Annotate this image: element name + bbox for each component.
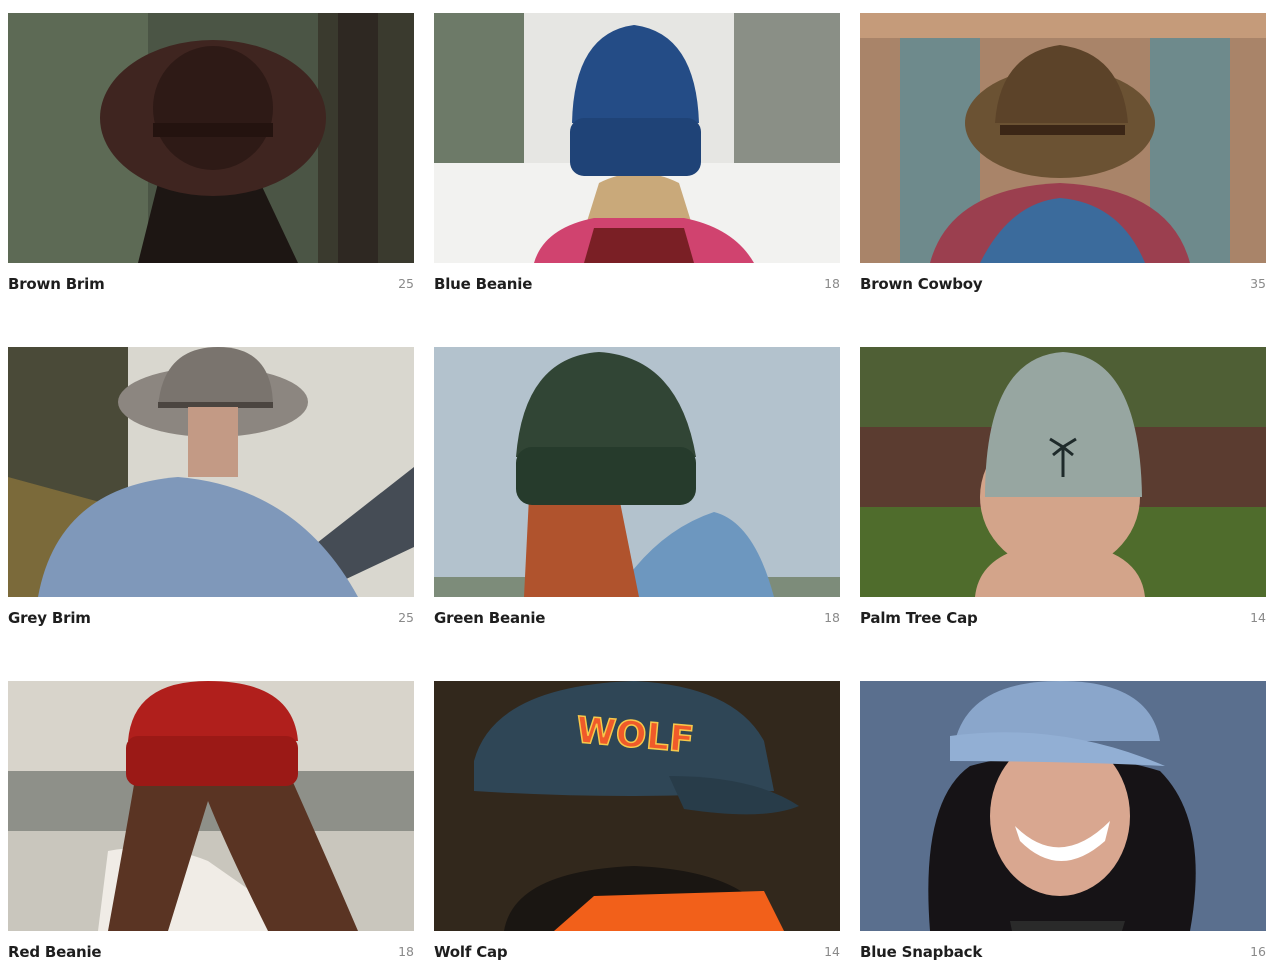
product-count: 18 xyxy=(398,944,414,959)
product-meta: Palm Tree Cap 14 xyxy=(860,597,1266,631)
product-card-palm-tree-cap[interactable]: Palm Tree Cap 14 xyxy=(860,347,1266,631)
blue-beanie-photo xyxy=(434,13,840,263)
product-image[interactable] xyxy=(860,347,1266,597)
product-card-green-beanie[interactable]: Green Beanie 18 xyxy=(434,347,840,631)
brown-brim-photo xyxy=(8,13,414,263)
product-image[interactable] xyxy=(434,13,840,263)
product-meta: Red Beanie 18 xyxy=(8,931,414,965)
product-meta: Blue Beanie 18 xyxy=(434,263,840,297)
product-image[interactable]: WOLF xyxy=(434,681,840,931)
product-count: 35 xyxy=(1250,276,1266,291)
product-count: 18 xyxy=(824,276,840,291)
product-count: 25 xyxy=(398,610,414,625)
product-card-blue-beanie[interactable]: Blue Beanie 18 xyxy=(434,13,840,297)
grey-brim-photo xyxy=(8,347,414,597)
product-image[interactable] xyxy=(8,681,414,931)
product-meta: Green Beanie 18 xyxy=(434,597,840,631)
product-card-grey-brim[interactable]: Grey Brim 25 xyxy=(8,347,414,631)
product-name: Green Beanie xyxy=(434,609,546,627)
product-meta: Blue Snapback 16 xyxy=(860,931,1266,965)
product-name: Blue Snapback xyxy=(860,943,983,961)
product-name: Blue Beanie xyxy=(434,275,533,293)
product-image[interactable] xyxy=(860,681,1266,931)
product-name: Grey Brim xyxy=(8,609,91,627)
brown-cowboy-photo xyxy=(860,13,1266,263)
wolf-cap-photo: WOLF xyxy=(434,681,840,931)
red-beanie-photo xyxy=(8,681,414,931)
product-image[interactable] xyxy=(434,347,840,597)
product-name: Red Beanie xyxy=(8,943,102,961)
product-meta: Brown Cowboy 35 xyxy=(860,263,1266,297)
green-beanie-photo xyxy=(434,347,840,597)
product-image[interactable] xyxy=(8,347,414,597)
product-meta: Grey Brim 25 xyxy=(8,597,414,631)
product-name: Brown Cowboy xyxy=(860,275,983,293)
product-meta: Brown Brim 25 xyxy=(8,263,414,297)
product-name: Palm Tree Cap xyxy=(860,609,978,627)
blue-snapback-photo xyxy=(860,681,1266,931)
product-card-brown-brim[interactable]: Brown Brim 25 xyxy=(8,13,414,297)
product-image[interactable] xyxy=(860,13,1266,263)
product-count: 16 xyxy=(1250,944,1266,959)
product-card-red-beanie[interactable]: Red Beanie 18 xyxy=(8,681,414,965)
product-count: 18 xyxy=(824,610,840,625)
product-card-blue-snapback[interactable]: Blue Snapback 16 xyxy=(860,681,1266,965)
product-meta: Wolf Cap 14 xyxy=(434,931,840,965)
product-name: Brown Brim xyxy=(8,275,105,293)
product-image[interactable] xyxy=(8,13,414,263)
product-grid: Brown Brim 25 Blue Beanie 18 Brown Cowbo… xyxy=(8,13,1266,965)
product-card-wolf-cap[interactable]: WOLF Wolf Cap 14 xyxy=(434,681,840,965)
product-count: 14 xyxy=(1250,610,1266,625)
product-count: 14 xyxy=(824,944,840,959)
product-card-brown-cowboy[interactable]: Brown Cowboy 35 xyxy=(860,13,1266,297)
product-count: 25 xyxy=(398,276,414,291)
palm-tree-cap-photo xyxy=(860,347,1266,597)
product-name: Wolf Cap xyxy=(434,943,508,961)
